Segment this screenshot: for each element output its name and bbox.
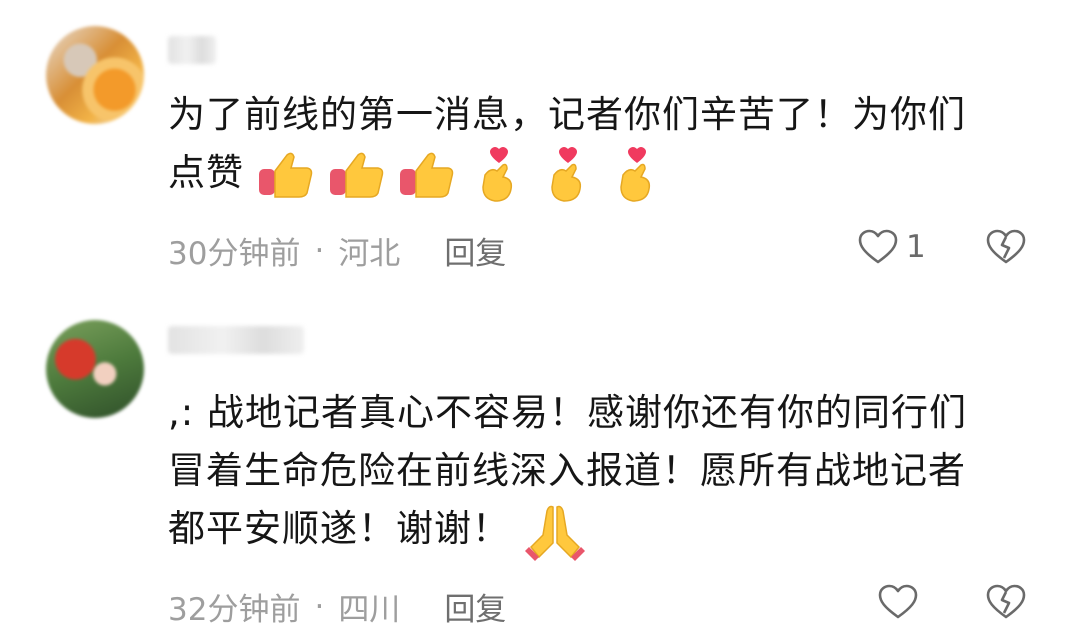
comment-location: 河北 (338, 236, 401, 272)
username-blurred[interactable] (168, 36, 216, 64)
thumbs-up-icon (400, 152, 454, 198)
comment-time: 30分钟前 (168, 236, 301, 272)
folded-hands-icon (524, 505, 585, 561)
avatar[interactable] (46, 320, 144, 418)
comment-meta: 32分钟前 · 四川 回复 (168, 584, 506, 629)
dislike-button[interactable] (986, 229, 1026, 269)
like-button[interactable] (878, 584, 918, 620)
comment-time: 32分钟前 (168, 592, 301, 628)
comment-location: 四川 (338, 592, 401, 628)
comment-text-line: 为了前线的第一消息，记者你们辛苦了！为你们 (168, 93, 966, 136)
thumbs-up-icon (329, 152, 383, 198)
comment-text: ,: 战地记者真心不容易！感谢你还有你的同行们 冒着生命危险在前线深入报道！愿所… (168, 384, 1038, 561)
thumbs-up-icon (258, 152, 313, 198)
avatar[interactable] (46, 26, 144, 124)
like-count: 1 (906, 229, 926, 265)
like-button[interactable]: 1 (858, 229, 926, 265)
reply-button[interactable]: 回复 (444, 584, 506, 629)
broken-heart-icon (986, 229, 1026, 264)
heart-outline-icon (878, 584, 918, 619)
finger-heart-icon (551, 146, 581, 202)
comment-text-line: 冒着生命危险在前线深入报道！愿所有战地记者 (168, 449, 966, 492)
heart-outline-icon (858, 229, 898, 264)
broken-heart-icon (986, 584, 1026, 619)
dislike-button[interactable] (986, 584, 1026, 624)
separator-dot: · (314, 232, 325, 269)
finger-heart-icon (619, 146, 650, 202)
comment-text-line: ,: 战地记者真心不容易！感谢你还有你的同行们 (168, 391, 967, 434)
separator-dot: · (314, 588, 325, 625)
finger-heart-icon (482, 146, 513, 202)
comment-meta: 30分钟前 · 河北 回复 (168, 228, 506, 273)
reply-button[interactable]: 回复 (444, 228, 506, 273)
comment-text-line: 都平安顺遂！谢谢！ (168, 507, 510, 550)
comment-text-line: 点赞 (168, 151, 244, 194)
comment-text: 为了前线的第一消息，记者你们辛苦了！为你们 点赞 (168, 86, 1038, 205)
username-blurred[interactable] (168, 326, 304, 354)
